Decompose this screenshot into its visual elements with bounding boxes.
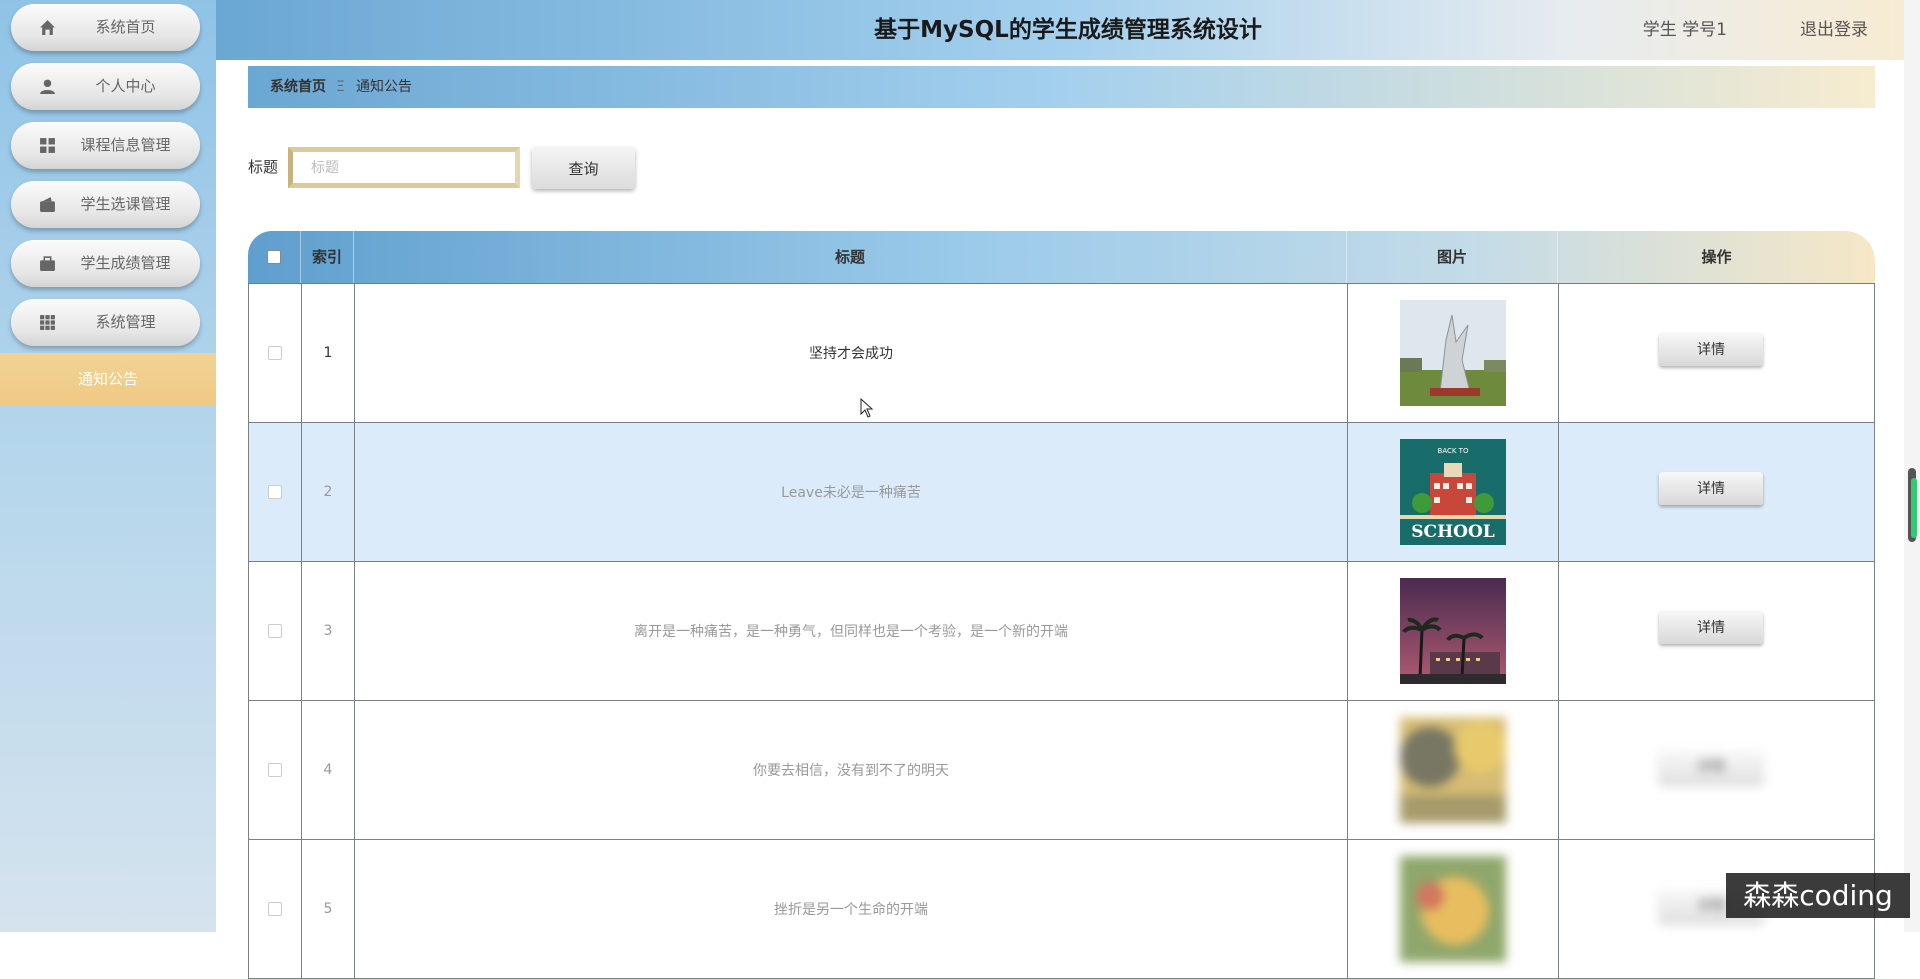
column-header-actions: 操作 — [1701, 248, 1732, 266]
current-user: 学生 学号1 — [1642, 20, 1727, 40]
svg-text:SCHOOL: SCHOOL — [1411, 522, 1494, 542]
sidebar-item-label: 系统管理 — [95, 313, 156, 331]
table-header: 索引 标题 图片 操作 — [248, 231, 1875, 285]
row-checkbox[interactable] — [268, 902, 282, 916]
sidebar-item-label: 学生选课管理 — [80, 195, 171, 213]
sidebar-item-system[interactable]: 系统管理 — [11, 299, 200, 346]
detail-button[interactable]: 详情 — [1659, 332, 1763, 366]
top-header: 基于MySQL的学生成绩管理系统设计 学生 学号1 退出登录 — [216, 0, 1920, 60]
row-index: 4 — [302, 701, 355, 839]
sidebar-item-label: 课程信息管理 — [80, 136, 171, 154]
sidebar-item-profile[interactable]: 个人中心 — [11, 63, 200, 110]
svg-text:BACK TO: BACK TO — [1438, 447, 1469, 455]
sidebar-item-home[interactable]: 系统首页 — [11, 4, 200, 51]
table-row: 3 离开是一种痛苦，是一种勇气，但同样也是一个考验，是一个新的开端 详情 — [248, 562, 1875, 701]
row-title: 离开是一种痛苦，是一种勇气，但同样也是一个考验，是一个新的开端 — [355, 562, 1348, 700]
notice-thumbnail — [1400, 856, 1506, 962]
row-checkbox[interactable] — [268, 346, 282, 360]
table-row: 4 你要去相信，没有到不了的明天 详情 — [248, 701, 1875, 840]
sidebar-item-grades[interactable]: 学生成绩管理 — [11, 240, 200, 287]
row-checkbox[interactable] — [268, 763, 282, 777]
sidebar-item-course-selection[interactable]: 学生选课管理 — [11, 181, 200, 228]
breadcrumb: 系统首页 Ξ 通知公告 — [248, 66, 1875, 108]
row-title: 坚持才会成功 — [355, 284, 1348, 422]
table-row: 5 挫折是另一个生命的开端 详情 — [248, 840, 1875, 979]
select-all-checkbox[interactable] — [267, 250, 281, 264]
watermark: 森森coding — [1726, 873, 1910, 918]
row-index: 3 — [302, 562, 355, 700]
breadcrumb-separator: Ξ — [336, 79, 345, 95]
column-header-image: 图片 — [1347, 231, 1558, 283]
notice-thumbnail — [1400, 717, 1506, 823]
notice-thumbnail — [1400, 578, 1506, 684]
scrollbar-indicator — [1911, 478, 1917, 538]
row-title: 挫折是另一个生命的开端 — [355, 840, 1348, 978]
breadcrumb-home[interactable]: 系统首页 — [270, 66, 326, 108]
row-checkbox[interactable] — [268, 624, 282, 638]
detail-button[interactable]: 详情 — [1659, 749, 1763, 783]
page-scrollbar[interactable] — [1904, 0, 1920, 932]
notice-thumbnail: BACK TO SCHOOL — [1400, 439, 1506, 545]
sidebar-item-courses[interactable]: 课程信息管理 — [11, 122, 200, 169]
logout-link[interactable]: 退出登录 — [1800, 0, 1868, 60]
table-row: 2 Leave未必是一种痛苦 BACK TO SCHOOL 详情 — [248, 423, 1875, 562]
search-button[interactable]: 查询 — [532, 147, 635, 189]
breadcrumb-current: 通知公告 — [356, 79, 412, 95]
row-index: 5 — [302, 840, 355, 978]
sidebar-item-label: 学生成绩管理 — [80, 254, 171, 272]
header-checkbox-cell — [248, 231, 301, 283]
row-title: 你要去相信，没有到不了的明天 — [355, 701, 1348, 839]
sidebar-item-label: 个人中心 — [95, 77, 156, 95]
notice-thumbnail — [1400, 300, 1506, 406]
row-checkbox[interactable] — [268, 485, 282, 499]
sidebar-item-notices[interactable]: 通知公告 — [0, 353, 216, 405]
row-index: 2 — [302, 423, 355, 561]
search-label: 标题 — [248, 158, 279, 176]
row-index: 1 — [302, 284, 355, 422]
detail-button[interactable]: 详情 — [1659, 471, 1763, 505]
column-header-title: 标题 — [354, 231, 1347, 283]
column-header-index: 索引 — [301, 231, 354, 283]
sidebar: 系统首页 个人中心 课程信息管理 学生选课管理 学生成绩管理 系统管理 通知公告 — [0, 0, 216, 932]
detail-button[interactable]: 详情 — [1659, 610, 1763, 644]
table-row: 1 坚持才会成功 详情 — [248, 284, 1875, 423]
row-title: Leave未必是一种痛苦 — [355, 423, 1348, 561]
search-input[interactable] — [288, 147, 520, 188]
mouse-cursor-icon — [860, 398, 874, 418]
sidebar-item-label: 系统首页 — [95, 18, 156, 36]
